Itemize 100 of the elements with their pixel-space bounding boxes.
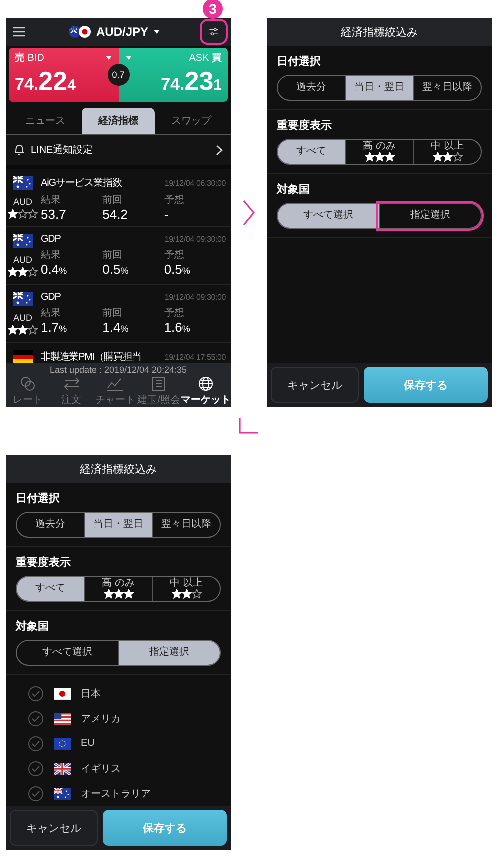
event-title: GDP xyxy=(41,292,61,303)
section-heading: 対象国 xyxy=(14,620,50,635)
section-heading: 重要度表示 xyxy=(15,556,72,571)
figure-value: - xyxy=(164,207,170,222)
country-name: オーストラリア xyxy=(81,788,151,800)
segment-option[interactable]: 当日・翌日 xyxy=(345,76,413,100)
currency-label: AUD xyxy=(13,255,32,265)
figure-label: 予想 xyxy=(164,194,186,207)
segment-option[interactable]: 翌々日以降 xyxy=(413,76,481,100)
figure-label: 結果 xyxy=(41,249,62,262)
price-label: ASK 買 xyxy=(189,52,222,65)
segment-option[interactable]: 過去分 xyxy=(17,513,84,537)
country-name: 日本 xyxy=(81,688,101,700)
row-label: LINE通知設定 xyxy=(31,144,94,157)
segment-option[interactable]: 高 のみ xyxy=(84,577,152,601)
caret-icon xyxy=(124,55,132,61)
last-update-text: Last update : 2019/12/04 20:24:35 xyxy=(48,365,188,375)
section-heading: 対象国 xyxy=(276,182,311,198)
event-title: 非製造業PMI（購買担当 xyxy=(41,350,142,363)
price-label: 売 BID xyxy=(15,52,44,65)
event-time: 19/12/04 09:30:00 xyxy=(164,235,226,244)
segment-option[interactable]: 指定選択 xyxy=(379,204,481,228)
cancel-button[interactable]: キャンセル xyxy=(10,810,98,846)
segment-option[interactable]: 過去分 xyxy=(278,76,345,100)
tab[interactable]: スワップ xyxy=(155,108,228,134)
bell-icon xyxy=(14,144,25,156)
segment-option[interactable]: すべて選択 xyxy=(17,641,118,665)
event-time: 19/12/04 17:55:00 xyxy=(164,353,226,362)
flag-icon xyxy=(13,176,33,190)
check-circle-icon[interactable] xyxy=(28,760,44,776)
figure-label: 前回 xyxy=(102,194,124,207)
segment-option[interactable]: 当日・翌日 xyxy=(84,513,152,537)
check-circle-icon[interactable] xyxy=(28,710,44,726)
globe-icon xyxy=(197,376,215,392)
tab[interactable]: ニュース xyxy=(9,108,82,134)
country-item[interactable]: EU xyxy=(6,731,231,756)
figure-value: 54.2 xyxy=(102,207,129,222)
nav-item[interactable]: マーケット xyxy=(181,375,231,407)
country-name: EU xyxy=(81,738,95,749)
figure-value: 0.5% xyxy=(164,262,192,277)
segment-option[interactable]: 翌々日以降 xyxy=(152,513,220,537)
figure-value: 0.5% xyxy=(102,262,130,277)
check-circle-icon[interactable] xyxy=(28,786,44,802)
figure-label: 前回 xyxy=(102,249,124,262)
figure-label: 予想 xyxy=(164,306,186,320)
flag-icon xyxy=(13,350,33,363)
list-icon xyxy=(150,376,168,392)
country-name: イギリス xyxy=(81,762,121,776)
section-heading: 日付選択 xyxy=(15,492,61,507)
arrows-icon xyxy=(62,376,81,392)
figure-value: 1.6% xyxy=(164,320,192,335)
cancel-button[interactable]: キャンセル xyxy=(271,367,359,403)
flag-icon xyxy=(54,762,71,774)
figure-value: 0.4% xyxy=(41,262,68,277)
segment-option[interactable]: 中 以上 xyxy=(152,577,220,601)
flag-icon xyxy=(54,712,71,724)
event-row[interactable]: AUD GDP 19/12/04 09:30:00 結果 1.7% 前回 1.4% 予想 1.6% xyxy=(6,285,231,343)
menu-icon[interactable] xyxy=(12,26,26,38)
flag-icon xyxy=(68,25,92,39)
event-row[interactable]: AUD AiGサービス業指数 19/12/04 06:30:00 結果 53.7 前回 54.2 予想 - xyxy=(6,169,231,227)
flag-icon xyxy=(54,788,71,800)
segment-option[interactable]: 指定選択 xyxy=(118,641,220,665)
check-circle-icon[interactable] xyxy=(28,736,44,752)
country-item[interactable]: イギリス xyxy=(6,756,231,781)
currency-label: AUD xyxy=(13,197,32,207)
price-value: 74.231 xyxy=(160,68,222,98)
figure-label: 結果 xyxy=(41,307,62,320)
event-row[interactable]: AUD GDP 19/12/04 09:30:00 結果 0.4% 前回 0.5% 予想 0.5% xyxy=(6,227,231,285)
figure-value: 1.4% xyxy=(102,320,130,335)
flag-icon xyxy=(54,688,71,700)
segment-option[interactable]: すべて xyxy=(278,140,345,164)
country-item[interactable]: アメリカ xyxy=(6,706,231,731)
section-heading: 重要度表示 xyxy=(276,118,333,134)
segment-option[interactable]: すべて xyxy=(17,577,84,601)
caret-icon xyxy=(104,55,112,61)
screen-title: 経済指標絞込み xyxy=(6,455,231,483)
price-value: 74.224 xyxy=(15,68,77,98)
country-item[interactable]: オーストラリア xyxy=(6,781,231,806)
event-time: 19/12/04 06:30:00 xyxy=(164,179,226,188)
segment-option[interactable]: 高 のみ xyxy=(345,140,413,164)
segment-option[interactable]: 中 以上 xyxy=(413,140,481,164)
figure-label: 予想 xyxy=(164,248,186,262)
country-item[interactable]: 日本 xyxy=(6,681,231,706)
settings-button[interactable] xyxy=(202,22,225,42)
figure-value: 53.7 xyxy=(41,207,68,222)
check-circle-icon[interactable] xyxy=(28,686,44,702)
pair-selector[interactable]: AUD/JPY xyxy=(62,24,166,40)
chevron-right-icon xyxy=(216,144,223,156)
settings-icon xyxy=(208,26,219,38)
event-time: 19/12/04 09:30:00 xyxy=(164,293,226,302)
event-title: AiGサービス業指数 xyxy=(41,176,122,190)
segment-option[interactable]: すべて選択 xyxy=(278,204,379,228)
figure-label: 前回 xyxy=(102,307,124,320)
corner-mark-icon xyxy=(238,417,260,435)
flag-icon xyxy=(13,292,33,306)
screen-title: 経済指標絞込み xyxy=(267,18,492,46)
section-heading: 日付選択 xyxy=(276,54,322,70)
country-name: アメリカ xyxy=(81,712,121,726)
tab[interactable]: 経済指標 xyxy=(82,108,155,134)
currency-label: AUD xyxy=(13,313,32,323)
